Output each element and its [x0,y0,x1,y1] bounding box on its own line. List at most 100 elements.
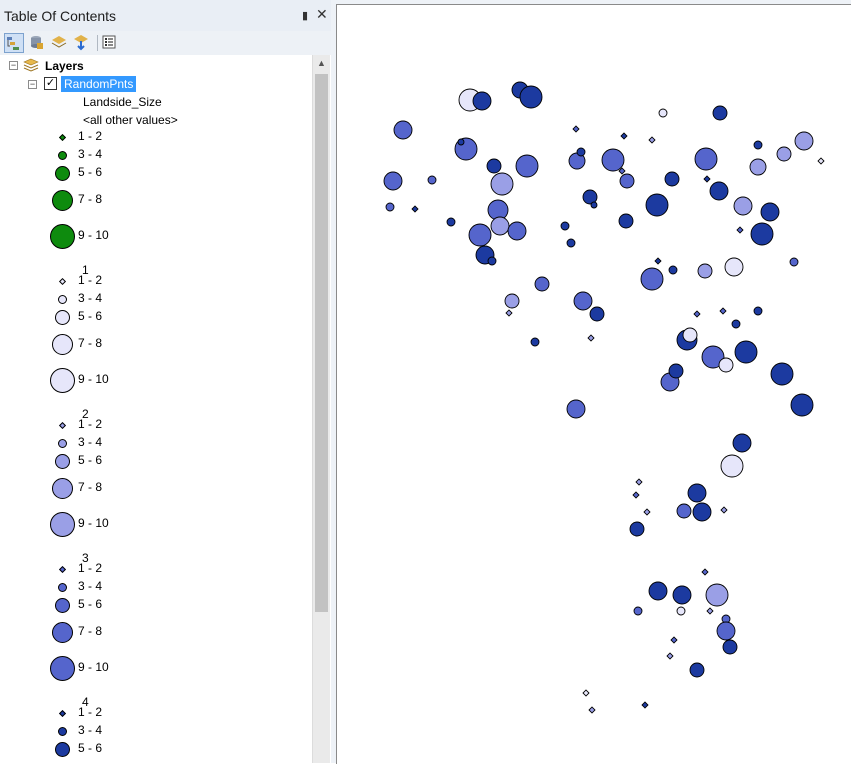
map-point[interactable] [576,147,586,157]
map-point[interactable] [672,585,692,605]
map-point[interactable] [619,173,635,189]
map-point[interactable] [648,136,656,144]
map-point[interactable] [490,216,510,236]
map-point[interactable] [666,652,674,660]
map-point[interactable] [645,193,669,217]
map-point[interactable] [515,154,539,178]
map-point[interactable] [687,483,707,503]
map-point[interactable] [446,217,456,227]
map-point[interactable] [383,171,403,191]
map-point[interactable] [712,105,728,121]
map-point[interactable] [750,222,774,246]
map-point[interactable] [776,146,792,162]
map-point[interactable] [530,337,540,347]
layers-label[interactable]: Layers [45,59,84,73]
map-point[interactable] [722,639,738,655]
layers-collapse-toggle[interactable]: − [9,61,18,70]
map-point[interactable] [648,581,668,601]
layer-collapse-toggle[interactable]: − [28,80,37,89]
map-point[interactable] [709,181,729,201]
map-point[interactable] [504,293,520,309]
map-point[interactable] [618,213,634,229]
scroll-thumb[interactable] [315,74,328,612]
map-point[interactable] [731,319,741,329]
map-point[interactable] [507,221,527,241]
map-point[interactable] [719,307,727,315]
map-point[interactable] [733,196,753,216]
map-point[interactable] [490,172,514,196]
layer-visibility-checkbox[interactable]: ✓ [44,77,57,90]
map-point[interactable] [716,621,736,641]
map-point[interactable] [635,478,643,486]
map-point[interactable] [654,257,662,265]
map-point[interactable] [590,201,598,209]
map-point[interactable] [640,267,664,291]
map-point[interactable] [693,310,701,318]
map-point[interactable] [633,606,643,616]
map-point[interactable] [817,157,825,165]
map-point[interactable] [566,399,586,419]
map-point[interactable] [703,175,711,183]
map-point[interactable] [724,257,744,277]
pin-icon[interactable]: ▮ [302,9,308,22]
map-point[interactable] [694,147,718,171]
map-point[interactable] [668,265,678,275]
map-point[interactable] [720,454,744,478]
map-point[interactable] [734,340,758,364]
map-point[interactable] [760,202,780,222]
list-by-selection-icon[interactable] [72,33,92,53]
layer-name-randompnts[interactable]: RandomPnts [61,76,137,92]
map-point[interactable] [468,223,492,247]
map-point[interactable] [519,85,543,109]
map-point[interactable] [572,125,580,133]
map-point[interactable] [732,433,752,453]
map-point[interactable] [560,221,570,231]
map-point[interactable] [427,175,437,185]
options-icon[interactable] [100,33,120,53]
map-point[interactable] [566,238,576,248]
map-point[interactable] [385,202,395,212]
map-point[interactable] [457,138,465,146]
map-point[interactable] [664,171,680,187]
map-point[interactable] [794,131,814,151]
map-point[interactable] [411,205,419,213]
map-point[interactable] [472,91,492,111]
map-point[interactable] [790,393,814,417]
map-point[interactable] [753,306,763,316]
list-by-visibility-icon[interactable] [50,33,70,53]
map-point[interactable] [749,158,767,176]
map-canvas[interactable] [337,5,851,764]
map-point[interactable] [705,583,729,607]
map-point[interactable] [393,120,413,140]
map-point[interactable] [588,706,596,714]
map-point[interactable] [706,607,714,615]
map-point[interactable] [668,363,684,379]
map-point[interactable] [632,491,640,499]
map-point[interactable] [701,568,709,576]
map-point[interactable] [770,362,794,386]
map-point[interactable] [486,158,502,174]
map-point[interactable] [789,257,799,267]
map-point[interactable] [582,689,590,697]
map-point[interactable] [697,263,713,279]
map-point[interactable] [676,606,686,616]
map-point[interactable] [718,357,734,373]
map-point[interactable] [601,148,625,172]
map-point[interactable] [753,140,763,150]
map-display[interactable] [336,4,851,764]
map-point[interactable] [658,108,668,118]
toc-scrollbar[interactable]: ▲ [312,55,330,763]
map-point[interactable] [573,291,593,311]
map-point[interactable] [643,508,651,516]
map-point[interactable] [629,521,645,537]
map-point[interactable] [670,636,678,644]
map-point[interactable] [589,306,605,322]
map-point[interactable] [487,256,497,266]
map-point[interactable] [505,309,513,317]
scroll-up-arrow-icon[interactable]: ▲ [313,55,330,72]
map-point[interactable] [682,327,698,343]
map-point[interactable] [587,334,595,342]
map-point[interactable] [689,662,705,678]
map-point[interactable] [736,226,744,234]
list-by-drawing-order-icon[interactable] [4,33,24,53]
